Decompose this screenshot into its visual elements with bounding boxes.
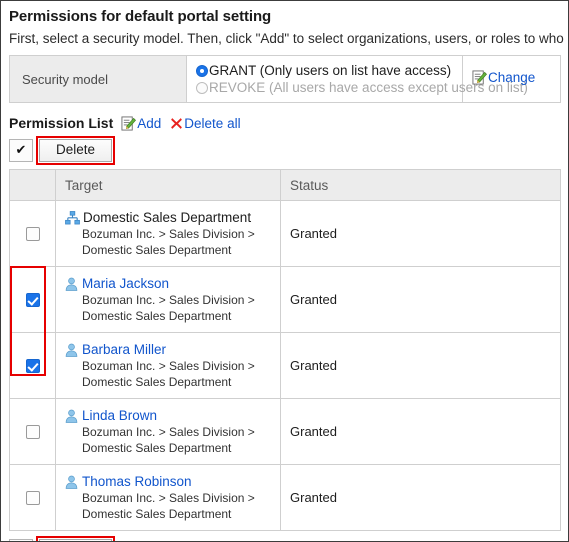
target-link[interactable]: Thomas Robinson bbox=[65, 473, 274, 490]
top-delete-bar: ✔ Delete bbox=[9, 135, 568, 165]
row-status: Granted bbox=[280, 464, 561, 531]
target-link[interactable]: Barbara Miller bbox=[65, 341, 274, 358]
target-path-line2: Domestic Sales Department bbox=[82, 308, 232, 323]
bottom-delete-bar: ✔ Delete bbox=[9, 535, 568, 541]
table-row: Domestic Sales Department Bozuman Inc. >… bbox=[9, 200, 561, 267]
target-path-line2: Domestic Sales Department bbox=[82, 440, 232, 455]
row-checkbox[interactable] bbox=[25, 227, 40, 242]
target-path-line1: Bozuman Inc. > Sales Division > bbox=[82, 491, 255, 505]
change-button[interactable]: Change bbox=[472, 70, 535, 85]
column-header-target: Target bbox=[55, 169, 281, 201]
delete-all-label[interactable]: Delete all bbox=[184, 116, 240, 131]
row-checkbox[interactable] bbox=[25, 293, 40, 308]
column-header-select bbox=[9, 169, 56, 201]
radio-option-grant[interactable]: GRANT (Only users on list have access) bbox=[196, 62, 462, 79]
page-description: First, select a security model. Then, cl… bbox=[9, 31, 564, 46]
target-link[interactable]: Linda Brown bbox=[65, 407, 274, 424]
target-link[interactable]: Maria Jackson bbox=[65, 275, 274, 292]
table-header-row: Target Status bbox=[9, 169, 561, 201]
radio-revoke-icon[interactable] bbox=[196, 81, 208, 94]
row-status: Granted bbox=[280, 332, 561, 399]
target-path-line1: Bozuman Inc. > Sales Division > bbox=[82, 359, 255, 373]
change-label[interactable]: Change bbox=[488, 70, 535, 85]
table-row: Barbara Miller Bozuman Inc. > Sales Divi… bbox=[9, 332, 561, 399]
target-path-line1: Bozuman Inc. > Sales Division > bbox=[82, 227, 255, 241]
select-all-checkmark-top[interactable]: ✔ bbox=[9, 138, 33, 162]
delete-button-bottom[interactable]: Delete bbox=[39, 538, 113, 541]
target-path-line2: Domestic Sales Department bbox=[82, 506, 232, 521]
row-target-cell: Barbara Miller Bozuman Inc. > Sales Divi… bbox=[55, 332, 281, 399]
row-checkbox-cell[interactable] bbox=[9, 398, 56, 465]
delete-button-highlight-top: Delete bbox=[36, 135, 116, 165]
row-checkbox[interactable] bbox=[25, 491, 40, 506]
table-row: Maria Jackson Bozuman Inc. > Sales Divis… bbox=[9, 266, 561, 333]
add-button[interactable]: Add bbox=[121, 116, 161, 131]
column-header-status: Status bbox=[280, 169, 561, 201]
page-title: Permissions for default portal setting bbox=[9, 8, 272, 25]
row-checkbox-cell[interactable] bbox=[9, 266, 56, 333]
table-row: Thomas Robinson Bozuman Inc. > Sales Div… bbox=[9, 464, 561, 531]
delete-button-highlight-bottom: Delete bbox=[36, 535, 116, 541]
target-name: Thomas Robinson bbox=[82, 474, 192, 489]
row-status: Granted bbox=[280, 266, 561, 333]
security-model-table: Security model GRANT (Only users on list… bbox=[9, 55, 561, 103]
user-icon bbox=[65, 475, 78, 489]
red-x-icon bbox=[170, 117, 183, 130]
row-status: Granted bbox=[280, 398, 561, 465]
edit-note-icon bbox=[121, 115, 137, 131]
select-all-checkmark-bottom[interactable]: ✔ bbox=[9, 538, 33, 541]
security-model-label: Security model bbox=[9, 55, 187, 103]
permission-list-table: Target Status Domestic Sales Department … bbox=[9, 169, 561, 531]
row-status: Granted bbox=[280, 200, 561, 267]
user-icon bbox=[65, 409, 78, 423]
target-path-line2: Domestic Sales Department bbox=[82, 374, 232, 389]
row-target-cell: Domestic Sales Department Bozuman Inc. >… bbox=[55, 200, 281, 267]
target-link[interactable]: Domestic Sales Department bbox=[65, 209, 274, 226]
delete-all-button[interactable]: Delete all bbox=[170, 116, 241, 131]
user-icon bbox=[65, 277, 78, 291]
row-checkbox-cell[interactable] bbox=[9, 464, 56, 531]
target-path-line1: Bozuman Inc. > Sales Division > bbox=[82, 293, 255, 307]
row-target-cell: Thomas Robinson Bozuman Inc. > Sales Div… bbox=[55, 464, 281, 531]
user-icon bbox=[65, 343, 78, 357]
permission-list-header: Permission List Add Delete all bbox=[9, 114, 568, 132]
org-chart-icon bbox=[65, 211, 80, 225]
radio-option-revoke[interactable]: REVOKE (All users have access except use… bbox=[196, 79, 528, 96]
target-name: Linda Brown bbox=[82, 408, 158, 423]
target-path-line2: Domestic Sales Department bbox=[82, 242, 232, 257]
add-label[interactable]: Add bbox=[137, 116, 161, 131]
edit-note-icon bbox=[472, 70, 487, 85]
security-model-row: Security model GRANT (Only users on list… bbox=[9, 55, 561, 103]
radio-grant-label: GRANT (Only users on list have access) bbox=[209, 63, 452, 78]
delete-button-top[interactable]: Delete bbox=[39, 138, 113, 162]
security-model-options: GRANT (Only users on list have access) R… bbox=[186, 55, 528, 103]
target-name: Maria Jackson bbox=[82, 276, 170, 291]
table-row: Linda Brown Bozuman Inc. > Sales Divisio… bbox=[9, 398, 561, 465]
row-checkbox[interactable] bbox=[25, 359, 40, 374]
permissions-page: Permissions for default portal setting F… bbox=[0, 0, 569, 542]
permission-list-title: Permission List bbox=[9, 115, 114, 131]
target-name: Domestic Sales Department bbox=[83, 210, 252, 225]
row-target-cell: Linda Brown Bozuman Inc. > Sales Divisio… bbox=[55, 398, 281, 465]
target-path-line1: Bozuman Inc. > Sales Division > bbox=[82, 425, 255, 439]
row-target-cell: Maria Jackson Bozuman Inc. > Sales Divis… bbox=[55, 266, 281, 333]
row-checkbox-cell[interactable] bbox=[9, 332, 56, 399]
row-checkbox[interactable] bbox=[25, 425, 40, 440]
radio-grant-icon[interactable] bbox=[196, 64, 208, 77]
row-checkbox-cell[interactable] bbox=[9, 200, 56, 267]
target-name: Barbara Miller bbox=[82, 342, 167, 357]
